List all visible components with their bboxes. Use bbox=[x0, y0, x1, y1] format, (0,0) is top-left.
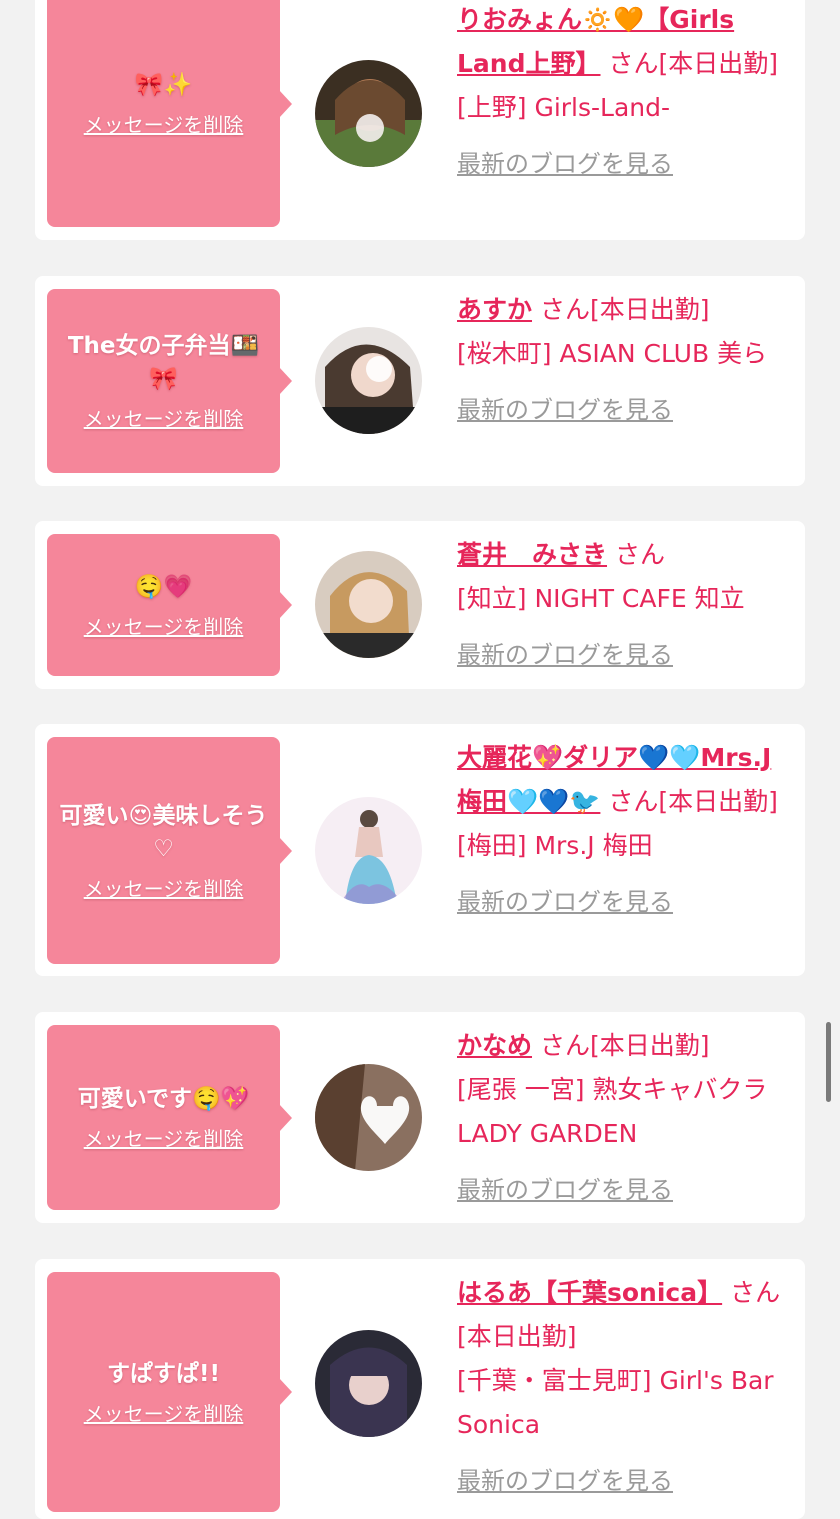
cast-name-link[interactable]: かなめ bbox=[457, 1031, 532, 1060]
avatar[interactable] bbox=[315, 1330, 422, 1437]
scrollbar[interactable] bbox=[826, 1022, 831, 1102]
message-card: 可愛い😍美味しそう♡ メッセージを削除 大麗花💖ダリア💙🩵Mrs.J 梅田🩵💙🐦… bbox=[35, 724, 805, 976]
delete-message-link[interactable]: メッセージを削除 bbox=[84, 112, 244, 138]
cast-status: さん bbox=[614, 540, 665, 569]
message-bubble: The女の子弁当🍱🎀 メッセージを削除 bbox=[47, 289, 292, 473]
message-bubble: 🎀✨ メッセージを削除 bbox=[47, 0, 292, 227]
message-card: 🎀✨ メッセージを削除 りおみょん🔅🧡【Girls Land上野】 さん[本日出… bbox=[35, 0, 805, 240]
message-text: 可愛い😍美味しそう♡ bbox=[59, 802, 268, 862]
avatar-photo-icon bbox=[315, 60, 422, 167]
cast-info: 蒼井 みさき さん [知立] NIGHT CAFE 知立 最新のブログを見る bbox=[457, 533, 795, 677]
avatar-photo-icon bbox=[315, 797, 422, 904]
latest-blog-link[interactable]: 最新のブログを見る bbox=[457, 633, 795, 677]
latest-blog-link[interactable]: 最新のブログを見る bbox=[457, 1459, 795, 1503]
cast-info: かなめ さん[本日出勤] [尾張 一宮] 熟女キャバクラ LADY GARDEN… bbox=[457, 1024, 795, 1212]
message-bubble: 可愛い😍美味しそう♡ メッセージを削除 bbox=[47, 737, 292, 964]
cast-status: さん[本日出勤] bbox=[608, 787, 778, 816]
latest-blog-link[interactable]: 最新のブログを見る bbox=[457, 142, 795, 186]
cast-info: あすか さん[本日出勤] [桜木町] ASIAN CLUB 美ら 最新のブログを… bbox=[457, 288, 795, 432]
shop-name: [知立] NIGHT CAFE 知立 bbox=[457, 584, 745, 613]
delete-message-link[interactable]: メッセージを削除 bbox=[84, 1126, 244, 1152]
message-card: 可愛いです🤤💖 メッセージを削除 かなめ さん[本日出勤] [尾張 一宮] 熟女… bbox=[35, 1012, 805, 1223]
message-card: 🤤💗 メッセージを削除 蒼井 みさき さん [知立] NIGHT CAFE 知立… bbox=[35, 521, 805, 689]
cast-info: りおみょん🔅🧡【Girls Land上野】 さん[本日出勤] [上野] Girl… bbox=[457, 0, 795, 186]
cast-name-link[interactable]: あすか bbox=[457, 295, 532, 324]
message-text: 🤤💗 bbox=[134, 573, 193, 600]
cast-status: さん[本日出勤] bbox=[539, 295, 710, 324]
latest-blog-link[interactable]: 最新のブログを見る bbox=[457, 1168, 795, 1212]
avatar[interactable] bbox=[315, 551, 422, 658]
message-text: 🎀✨ bbox=[134, 72, 193, 98]
cast-info: 大麗花💖ダリア💙🩵Mrs.J 梅田🩵💙🐦 さん[本日出勤] [梅田] Mrs.J… bbox=[457, 736, 795, 924]
avatar[interactable] bbox=[315, 60, 422, 167]
cast-info: はるあ【千葉sonica】 さん[本日出勤] [千葉・富士見町] Girl's … bbox=[457, 1271, 795, 1503]
latest-blog-link[interactable]: 最新のブログを見る bbox=[457, 388, 795, 432]
message-bubble: 可愛いです🤤💖 メッセージを削除 bbox=[47, 1025, 292, 1210]
message-text: すぱすぱ!! bbox=[107, 1360, 220, 1387]
cast-name-link[interactable]: 蒼井 みさき bbox=[457, 540, 607, 569]
avatar-photo-icon bbox=[315, 327, 422, 434]
shop-name: [上野] Girls-Land- bbox=[457, 93, 671, 122]
avatar-photo-icon bbox=[315, 1330, 422, 1437]
shop-name: [尾張 一宮] 熟女キャバクラ LADY GARDEN bbox=[457, 1075, 768, 1148]
shop-name: [千葉・富士見町] Girl's Bar Sonica bbox=[457, 1366, 774, 1439]
cast-status: さん[本日出勤] bbox=[608, 49, 778, 78]
avatar-photo-icon bbox=[315, 1064, 422, 1171]
message-card: The女の子弁当🍱🎀 メッセージを削除 あすか さん[本日出勤] [桜木町] A… bbox=[35, 276, 805, 486]
delete-message-link[interactable]: メッセージを削除 bbox=[84, 1401, 244, 1427]
message-bubble: すぱすぱ!! メッセージを削除 bbox=[47, 1272, 292, 1512]
message-card: すぱすぱ!! メッセージを削除 はるあ【千葉sonica】 さん[本日出勤] [… bbox=[35, 1259, 805, 1519]
delete-message-link[interactable]: メッセージを削除 bbox=[84, 614, 244, 640]
avatar-photo-icon bbox=[315, 551, 422, 658]
message-text: 可愛いです🤤💖 bbox=[77, 1086, 250, 1112]
shop-name: [桜木町] ASIAN CLUB 美ら bbox=[457, 339, 768, 368]
latest-blog-link[interactable]: 最新のブログを見る bbox=[457, 880, 795, 924]
shop-name: [梅田] Mrs.J 梅田 bbox=[457, 831, 653, 860]
avatar[interactable] bbox=[315, 327, 422, 434]
avatar[interactable] bbox=[315, 797, 422, 904]
delete-message-link[interactable]: メッセージを削除 bbox=[84, 406, 244, 432]
cast-name-link[interactable]: はるあ【千葉sonica】 bbox=[457, 1278, 722, 1307]
avatar[interactable] bbox=[315, 1064, 422, 1171]
message-bubble: 🤤💗 メッセージを削除 bbox=[47, 534, 292, 676]
cast-status: さん[本日出勤] bbox=[539, 1031, 710, 1060]
delete-message-link[interactable]: メッセージを削除 bbox=[84, 876, 244, 902]
message-text: The女の子弁当🍱🎀 bbox=[67, 333, 260, 392]
